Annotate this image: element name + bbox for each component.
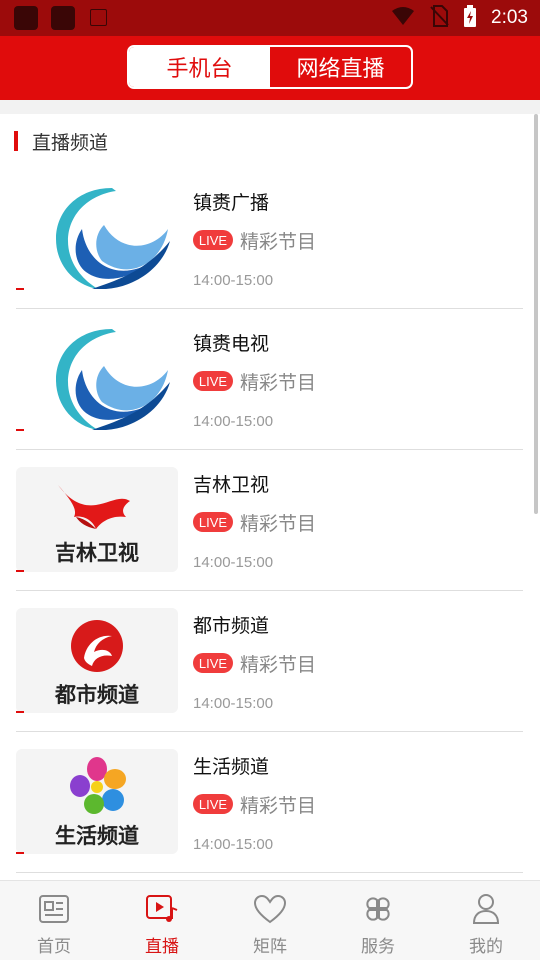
app-notification-icon bbox=[90, 9, 107, 26]
program-title: 精彩节目 bbox=[240, 513, 317, 535]
wifi-icon bbox=[391, 6, 415, 30]
section-accent-bar bbox=[14, 131, 18, 151]
notification-icon bbox=[51, 6, 75, 30]
news-icon bbox=[36, 891, 72, 927]
zhenlai-logo bbox=[56, 188, 170, 289]
section-title: 直播频道 bbox=[32, 131, 109, 154]
jilin-tv-logo: 吉林卫视 bbox=[55, 485, 139, 565]
live-channel-page[interactable]: 直播频道 镇赉广播 LIVE 精彩节目 14:00-15:00 镇赉电视 LIV… bbox=[0, 100, 540, 880]
section-header: 直播频道 bbox=[14, 128, 108, 154]
svg-text:吉林卫视: 吉林卫视 bbox=[55, 541, 139, 565]
channel-name: 都市频道 bbox=[193, 615, 270, 637]
user-icon bbox=[468, 891, 504, 927]
scrollbar[interactable] bbox=[534, 114, 538, 514]
tab-service[interactable]: 服务 bbox=[324, 881, 432, 960]
program-title: 精彩节目 bbox=[240, 231, 317, 253]
channel-item[interactable]: 镇赉电视 LIVE 精彩节目 14:00-15:00 bbox=[16, 309, 523, 450]
live-video-icon bbox=[144, 891, 180, 927]
status-bar: 2:03 bbox=[0, 0, 540, 36]
channel-item[interactable]: 生活频道 生活频道 LIVE 精彩节目 14:00-15:00 bbox=[16, 732, 523, 873]
shenghuo-logo: 生活频道 bbox=[55, 757, 139, 848]
live-badge: LIVE bbox=[193, 512, 233, 532]
tab-web-live[interactable]: 网络直播 bbox=[270, 47, 411, 87]
channel-thumbnail[interactable] bbox=[16, 185, 178, 290]
svg-text:都市频道: 都市频道 bbox=[54, 683, 139, 707]
channel-name: 镇赉广播 bbox=[193, 192, 270, 214]
dushi-logo: 都市频道 bbox=[54, 620, 139, 707]
svg-text:生活频道: 生活频道 bbox=[55, 824, 139, 848]
tab-home[interactable]: 首页 bbox=[0, 881, 108, 960]
program-title: 精彩节目 bbox=[240, 795, 317, 817]
tab-mobile-station[interactable]: 手机台 bbox=[129, 47, 270, 87]
tab-label: 直播 bbox=[145, 937, 179, 957]
channel-thumbnail[interactable]: 吉林卫视 bbox=[16, 467, 178, 572]
thumbnail-marker bbox=[16, 711, 24, 713]
channel-item[interactable]: 都市频道 都市频道 LIVE 精彩节目 14:00-15:00 bbox=[16, 591, 523, 732]
tab-label: 首页 bbox=[37, 937, 71, 957]
program-time: 14:00-15:00 bbox=[193, 272, 274, 289]
notification-icon bbox=[14, 6, 38, 30]
zhenlai-logo bbox=[56, 329, 170, 430]
tab-mine[interactable]: 我的 bbox=[432, 881, 540, 960]
program-time: 14:00-15:00 bbox=[193, 695, 274, 712]
program-time: 14:00-15:00 bbox=[193, 413, 274, 430]
channel-thumbnail[interactable]: 都市频道 bbox=[16, 608, 178, 713]
segmented-control: 手机台 网络直播 bbox=[127, 45, 413, 89]
channel-item[interactable]: 吉林卫视 吉林卫视 LIVE 精彩节目 14:00-15:00 bbox=[16, 450, 523, 591]
bottom-tab-bar: 首页 直播 矩阵 服务 我的 bbox=[0, 880, 540, 960]
channel-name: 镇赉电视 bbox=[193, 333, 270, 355]
channel-item[interactable]: 镇赉广播 LIVE 精彩节目 14:00-15:00 bbox=[16, 168, 523, 309]
channel-thumbnail[interactable] bbox=[16, 326, 178, 431]
status-time: 2:03 bbox=[491, 7, 528, 28]
channel-name: 吉林卫视 bbox=[193, 474, 270, 496]
live-badge: LIVE bbox=[193, 794, 233, 814]
program-time: 14:00-15:00 bbox=[193, 836, 274, 853]
battery-icon bbox=[463, 5, 477, 31]
thumbnail-marker bbox=[16, 288, 24, 290]
heart-icon bbox=[252, 891, 288, 927]
no-sim-icon bbox=[429, 5, 449, 31]
program-time: 14:00-15:00 bbox=[193, 554, 274, 571]
channel-name: 生活频道 bbox=[193, 756, 270, 778]
channel-list: 镇赉广播 LIVE 精彩节目 14:00-15:00 镇赉电视 LIVE 精彩节… bbox=[16, 168, 523, 873]
tab-label: 服务 bbox=[361, 937, 395, 957]
tab-label: 我的 bbox=[469, 937, 503, 957]
tab-matrix[interactable]: 矩阵 bbox=[216, 881, 324, 960]
tab-label: 矩阵 bbox=[253, 937, 287, 957]
channel-thumbnail[interactable]: 生活频道 bbox=[16, 749, 178, 854]
program-title: 精彩节目 bbox=[240, 654, 317, 676]
tab-live[interactable]: 直播 bbox=[108, 881, 216, 960]
section-gap bbox=[0, 100, 540, 114]
app-header: 手机台 网络直播 bbox=[0, 36, 540, 100]
live-badge: LIVE bbox=[193, 653, 233, 673]
grid-flower-icon bbox=[360, 891, 396, 927]
live-badge: LIVE bbox=[193, 230, 233, 250]
program-title: 精彩节目 bbox=[240, 372, 317, 394]
thumbnail-marker bbox=[16, 429, 24, 431]
live-badge: LIVE bbox=[193, 371, 233, 391]
thumbnail-marker bbox=[16, 570, 24, 572]
thumbnail-marker bbox=[16, 852, 24, 854]
